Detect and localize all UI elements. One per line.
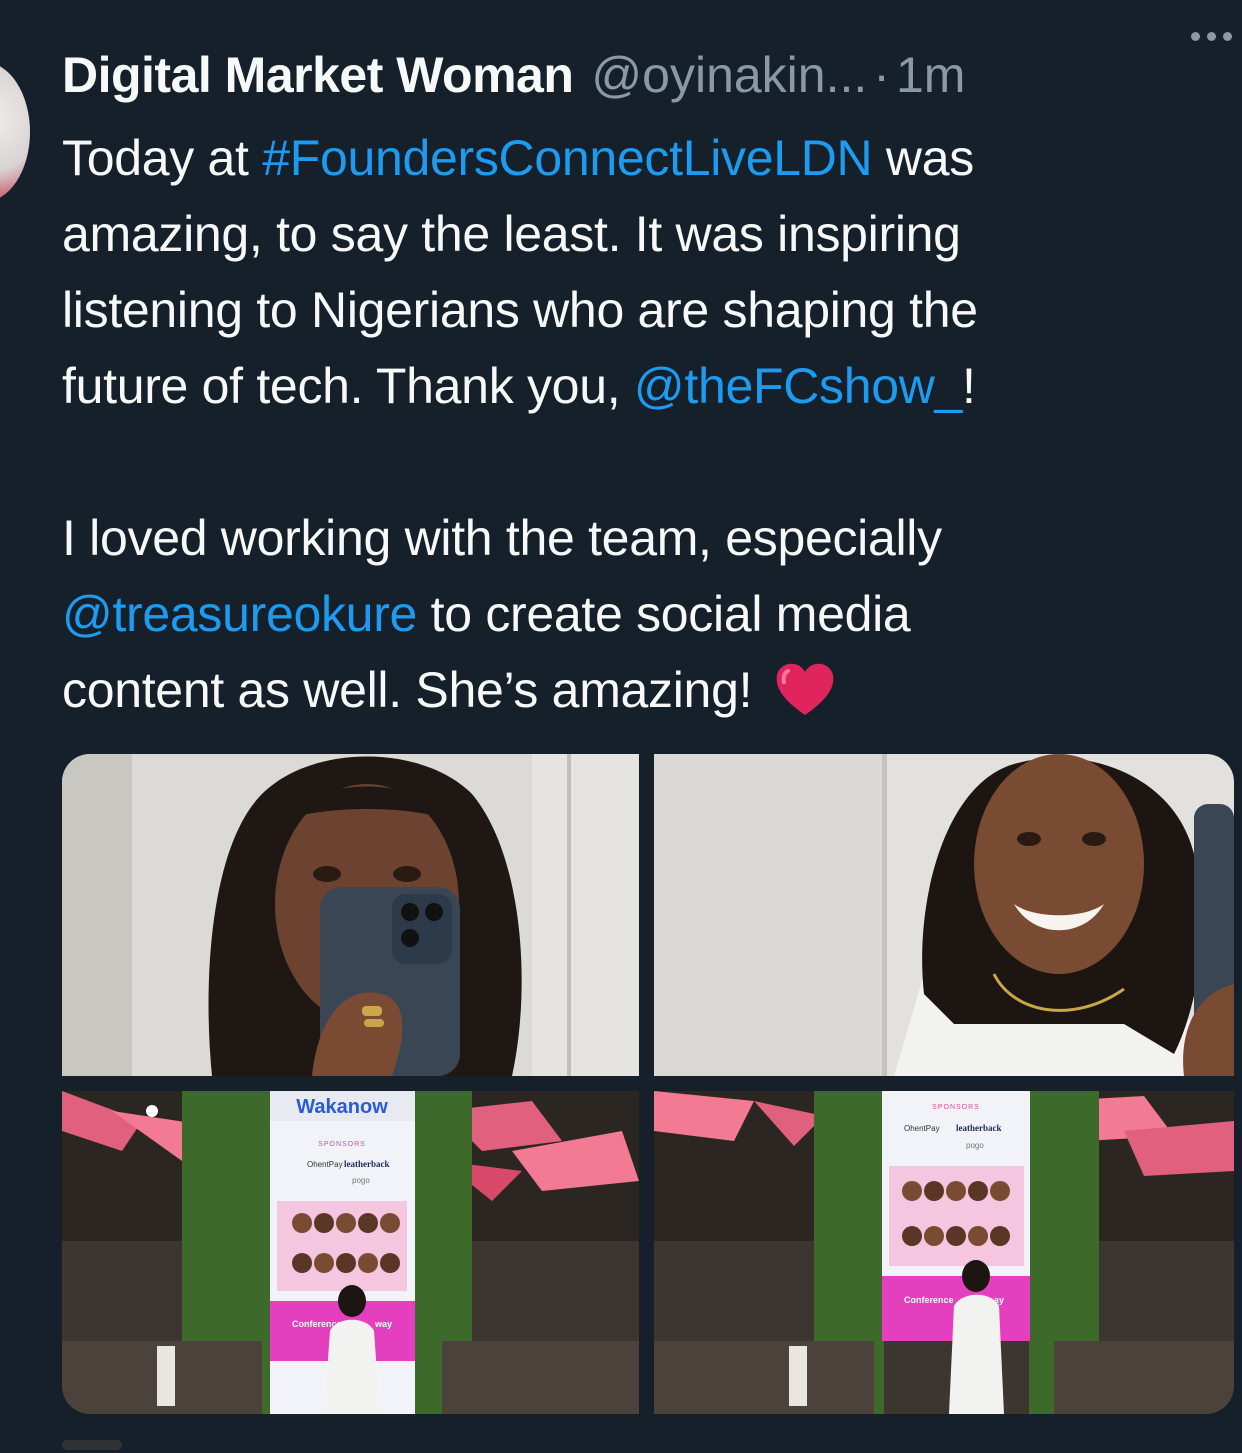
- heart-icon: [774, 661, 836, 717]
- separator-dot: ·: [873, 47, 890, 103]
- screen-banner-end: way: [374, 1319, 392, 1329]
- hashtag-link[interactable]: #FoundersConnectLiveLDN: [262, 130, 872, 186]
- next-item-edge: [62, 1440, 122, 1450]
- photo-event-stage-left[interactable]: Wakanow SPONSORS OhentPay leatherback po…: [62, 1091, 639, 1414]
- tweet-line-5: I loved working with the team, especiall…: [62, 510, 942, 566]
- tweet-line-3: listening to Nigerians who are shaping t…: [62, 282, 978, 338]
- text-segment: was: [872, 130, 974, 186]
- tweet-line-2: amazing, to say the least. It was inspir…: [62, 206, 961, 262]
- screen-sponsor-1: OhentPay: [904, 1124, 940, 1133]
- screen-brand-text: Wakanow: [296, 1096, 388, 1118]
- more-icon[interactable]: [1191, 32, 1232, 41]
- photo-event-stage-right[interactable]: SPONSORS OhentPay leatherback pogo Confe…: [654, 1091, 1234, 1414]
- text-segment: !: [962, 358, 976, 414]
- screen-banner-text: Conference: [904, 1295, 954, 1305]
- tweet-text: Today at #FoundersConnectLiveLDN was ama…: [62, 120, 1212, 728]
- user-handle[interactable]: @oyinakin...: [591, 46, 867, 104]
- screen-sponsor-2: leatherback: [956, 1123, 1002, 1133]
- screen-sponsor-2: leatherback: [344, 1159, 390, 1169]
- mention-link-treasureokure[interactable]: @treasureokure: [62, 586, 417, 642]
- media-grid[interactable]: Wakanow SPONSORS OhentPay leatherback po…: [62, 754, 1234, 1414]
- tweet-line-7: content as well. She’s amazing!: [62, 652, 1212, 728]
- text-segment: future of tech. Thank you,: [62, 358, 634, 414]
- tweet-header: Digital Market Woman @oyinakin... · 1m: [62, 40, 1232, 110]
- screen-sponsor-3: pogo: [966, 1141, 984, 1150]
- tweet-line-4: future of tech. Thank you, @theFCshow_!: [62, 348, 1212, 424]
- avatar[interactable]: [0, 62, 30, 202]
- screen-sponsors-text: SPONSORS: [932, 1104, 980, 1111]
- display-name[interactable]: Digital Market Woman: [62, 46, 574, 104]
- tweet-line-6: @treasureokure to create social media: [62, 576, 1212, 652]
- screen-sponsors-text: SPONSORS: [318, 1141, 366, 1148]
- text-segment: to create social media: [417, 586, 911, 642]
- screen-sponsor-3: pogo: [352, 1176, 370, 1185]
- timestamp[interactable]: 1m: [896, 46, 965, 104]
- screen-sponsor-1: OhentPay: [307, 1160, 343, 1169]
- text-segment: content as well. She’s amazing!: [62, 662, 753, 718]
- mention-link-thefcshow[interactable]: @theFCshow_: [634, 358, 962, 414]
- photo-mirror-selfie[interactable]: [62, 754, 639, 1076]
- tweet-line-1: Today at #FoundersConnectLiveLDN was: [62, 120, 1212, 196]
- text-segment: Today at: [62, 130, 263, 186]
- photo-smiling-selfie[interactable]: [654, 754, 1234, 1076]
